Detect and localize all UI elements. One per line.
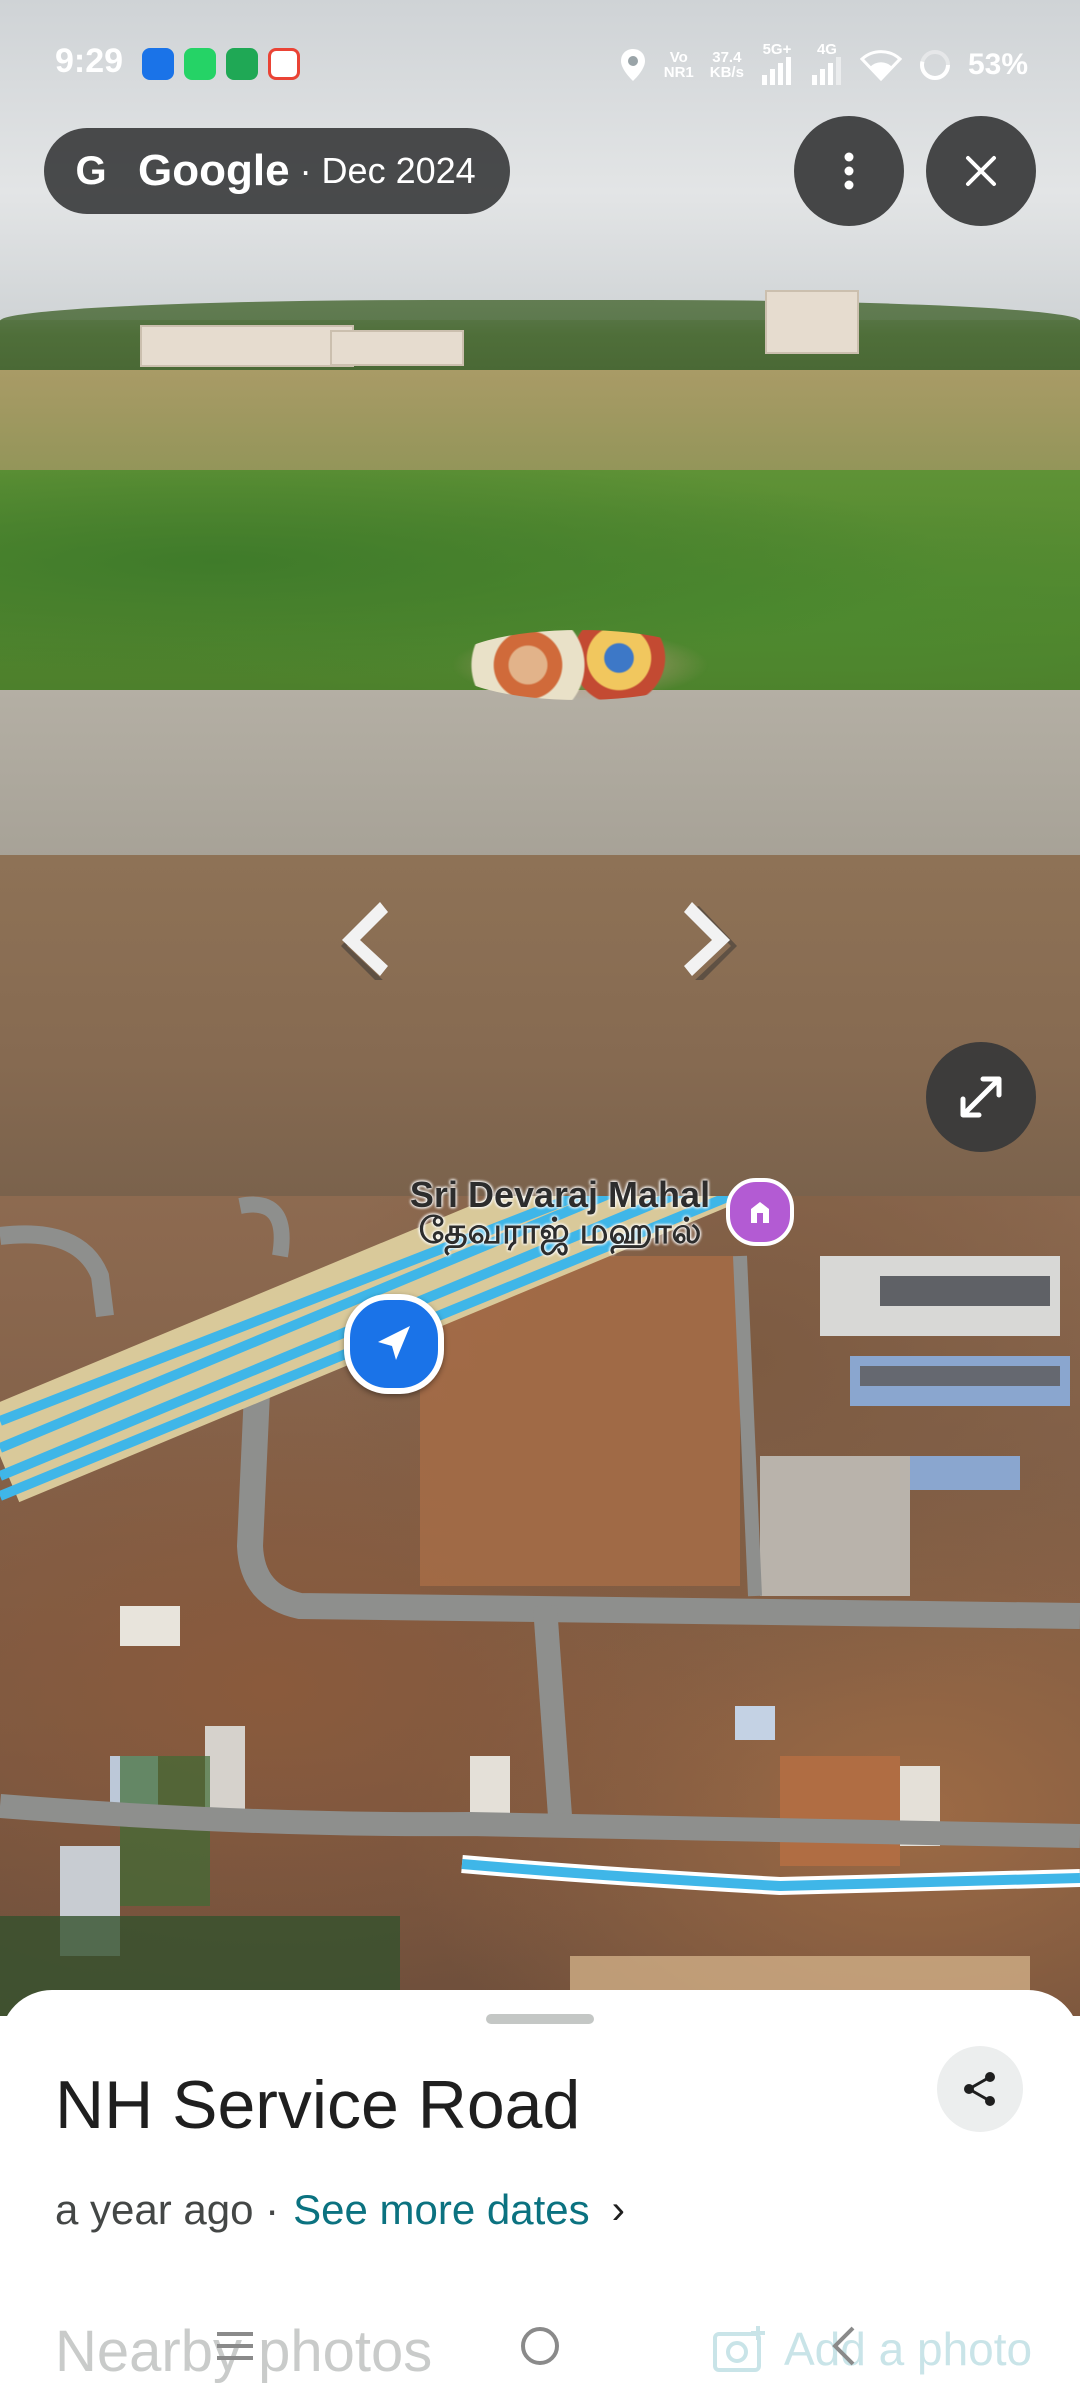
poi-pin-icon[interactable] — [726, 1178, 794, 1246]
map-view[interactable] — [0, 1196, 1080, 2016]
imagery-info-pill[interactable]: G Google · Dec 2024 — [44, 128, 510, 214]
location-icon — [620, 49, 645, 81]
photo-age: a year ago · — [55, 2186, 280, 2233]
gmail-icon — [268, 48, 300, 80]
streetview-position-marker — [344, 1294, 444, 1394]
wifi-icon — [859, 50, 902, 81]
distant-building — [330, 330, 464, 366]
see-more-dates-link[interactable]: See more dates — [293, 2186, 590, 2234]
nav-back-icon[interactable] — [815, 2316, 875, 2376]
fullscreen-button[interactable] — [926, 1042, 1036, 1152]
concrete-embankment — [0, 690, 1080, 870]
status-time: 9:29 — [55, 42, 124, 80]
close-icon — [966, 156, 996, 186]
message-icon — [142, 48, 174, 80]
battery-percent: 53% — [967, 48, 1028, 81]
chevron-right-small-icon[interactable]: › — [612, 2188, 625, 2233]
network-speed: 37.4 KB/s — [709, 49, 744, 81]
more-vert-icon — [844, 152, 854, 190]
nav-menu-icon[interactable] — [205, 2316, 265, 2376]
battery-icon — [919, 50, 950, 80]
place-title: NH Service Road — [55, 2067, 581, 2143]
nav-home-icon[interactable] — [510, 2316, 570, 2376]
system-nav-bar — [0, 2310, 1080, 2392]
sheet-drag-handle[interactable] — [486, 2014, 594, 2024]
more-options-button[interactable] — [794, 116, 904, 226]
poi-label-tamil: தேவராஜ் மஹால் — [418, 1210, 702, 1251]
navigation-arrow-icon — [378, 1326, 410, 1360]
volte-indicator: Vo NR1 — [663, 49, 694, 81]
signal-4g: 4G — [810, 42, 844, 88]
close-button[interactable] — [926, 116, 1036, 226]
water-area — [0, 855, 1080, 1196]
chevron-left-icon[interactable] — [330, 900, 400, 984]
distant-building — [765, 290, 859, 354]
whatsapp-icon — [184, 48, 216, 80]
status-bar: 9:29 Vo NR1 37.4 KB/s 5G+ 4G 53% — [0, 0, 1080, 128]
status-right: Vo NR1 37.4 KB/s 5G+ 4G 53% — [618, 42, 1028, 88]
google-g-icon: G — [75, 148, 107, 193]
share-icon — [964, 2072, 995, 2106]
signal-5g: 5G+ — [760, 42, 794, 88]
chevron-right-icon[interactable] — [672, 900, 742, 984]
whatsapp-business-icon — [226, 48, 258, 80]
imagery-date: · Dec 2024 — [299, 150, 476, 191]
date-line: a year ago · See more dates › — [55, 2186, 625, 2234]
fullscreen-icon — [960, 1076, 1002, 1118]
garbage-pile — [450, 630, 710, 700]
share-button[interactable] — [937, 2046, 1023, 2132]
distant-building — [140, 325, 354, 367]
map-roads — [0, 1196, 1080, 2016]
imagery-brand: Google — [138, 146, 290, 195]
